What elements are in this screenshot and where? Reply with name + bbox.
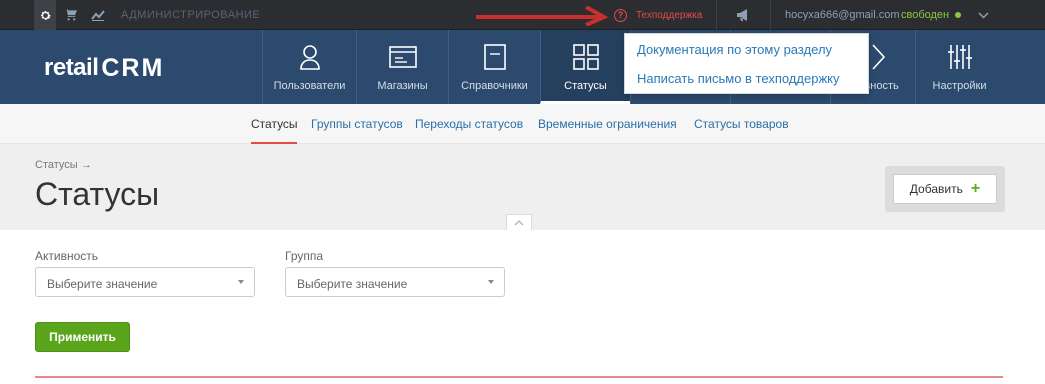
caret-down-icon — [238, 280, 244, 284]
page-title: Статусы — [35, 176, 160, 212]
tab-status-groups[interactable]: Группы статусов — [311, 117, 403, 131]
tab-statuses[interactable]: Статусы — [251, 117, 298, 131]
activity-select[interactable]: Выберите значение — [35, 267, 255, 297]
status-dot-icon — [955, 12, 961, 18]
caret-down-icon — [488, 280, 494, 284]
nav-item-stores[interactable]: Магазины — [356, 30, 448, 104]
breadcrumb[interactable]: Статусы → — [35, 159, 92, 171]
logo[interactable]: retail CRM — [44, 48, 164, 88]
plus-icon: + — [970, 180, 981, 197]
nav-item-label: Статусы — [564, 80, 607, 92]
red-arrow-annotation — [476, 6, 609, 26]
dropdown-item-write-support[interactable]: Написать письмо в техподдержку — [637, 71, 839, 86]
sub-nav: Статусы Группы статусов Переходы статусо… — [0, 104, 1045, 144]
admin-section-label[interactable]: АДМИНИСТРИРОВАНИЕ — [121, 0, 260, 30]
book-icon — [483, 42, 506, 72]
group-select[interactable]: Выберите значение — [285, 267, 505, 297]
user-email[interactable]: hocyxa666@gmail.com — [785, 0, 900, 30]
add-button-label: Добавить — [909, 182, 963, 196]
statuses-icon — [572, 42, 599, 72]
collapse-toggle[interactable] — [506, 214, 532, 230]
tab-time-limits[interactable]: Временные ограничения — [538, 117, 677, 131]
select-placeholder: Выберите значение — [297, 277, 408, 291]
cart-icon[interactable] — [60, 0, 80, 30]
user-icon — [299, 42, 321, 72]
sliders-icon — [947, 42, 973, 72]
apply-button[interactable]: Применить — [35, 322, 130, 352]
add-button[interactable]: Добавить + — [893, 174, 997, 204]
group-filter-label: Группа — [285, 249, 324, 263]
divider-line — [35, 376, 1003, 378]
tab-product-statuses[interactable]: Статусы товаров — [694, 117, 789, 131]
nav-item-dictionaries[interactable]: Справочники — [448, 30, 540, 104]
store-icon — [388, 42, 417, 72]
main-nav: retail CRM Пользователи Магазины Справоч… — [0, 30, 1045, 104]
nav-item-label: Пользователи — [273, 80, 346, 92]
nav-item-label: Справочники — [461, 80, 528, 92]
chevron-up-icon — [514, 219, 524, 225]
support-label: Техподдержка — [636, 9, 703, 21]
analytics-icon[interactable] — [88, 0, 108, 30]
nav-item-users[interactable]: Пользователи — [262, 30, 356, 104]
logo-text-retail: retail — [44, 54, 99, 81]
nav-item-settings[interactable]: Настройки — [915, 30, 1003, 104]
support-dropdown: Документация по этому разделу Написать п… — [624, 33, 869, 94]
tab-status-transitions[interactable]: Переходы статусов — [415, 117, 523, 131]
logo-text-crm: CRM — [101, 53, 165, 82]
divider — [716, 0, 717, 30]
add-button-wrapper: Добавить + — [885, 166, 1005, 212]
select-placeholder: Выберите значение — [47, 277, 158, 291]
nav-item-statuses[interactable]: Статусы — [540, 30, 630, 104]
question-icon: ? — [614, 8, 627, 22]
nav-item-label: Настройки — [932, 80, 987, 92]
divider — [770, 0, 771, 30]
gear-icon[interactable] — [34, 0, 56, 30]
activity-filter-label: Активность — [35, 249, 99, 263]
user-status: свободен — [901, 9, 950, 21]
dropdown-item-documentation[interactable]: Документация по этому разделу — [637, 42, 832, 57]
top-bar: АДМИНИСТРИРОВАНИЕ ? Техподдержка hocyxa6… — [0, 0, 1045, 30]
nav-item-label: Магазины — [377, 80, 428, 92]
megaphone-icon[interactable] — [733, 0, 753, 30]
chevron-down-icon[interactable] — [976, 0, 990, 30]
support-link[interactable]: ? Техподдержка — [614, 0, 702, 30]
